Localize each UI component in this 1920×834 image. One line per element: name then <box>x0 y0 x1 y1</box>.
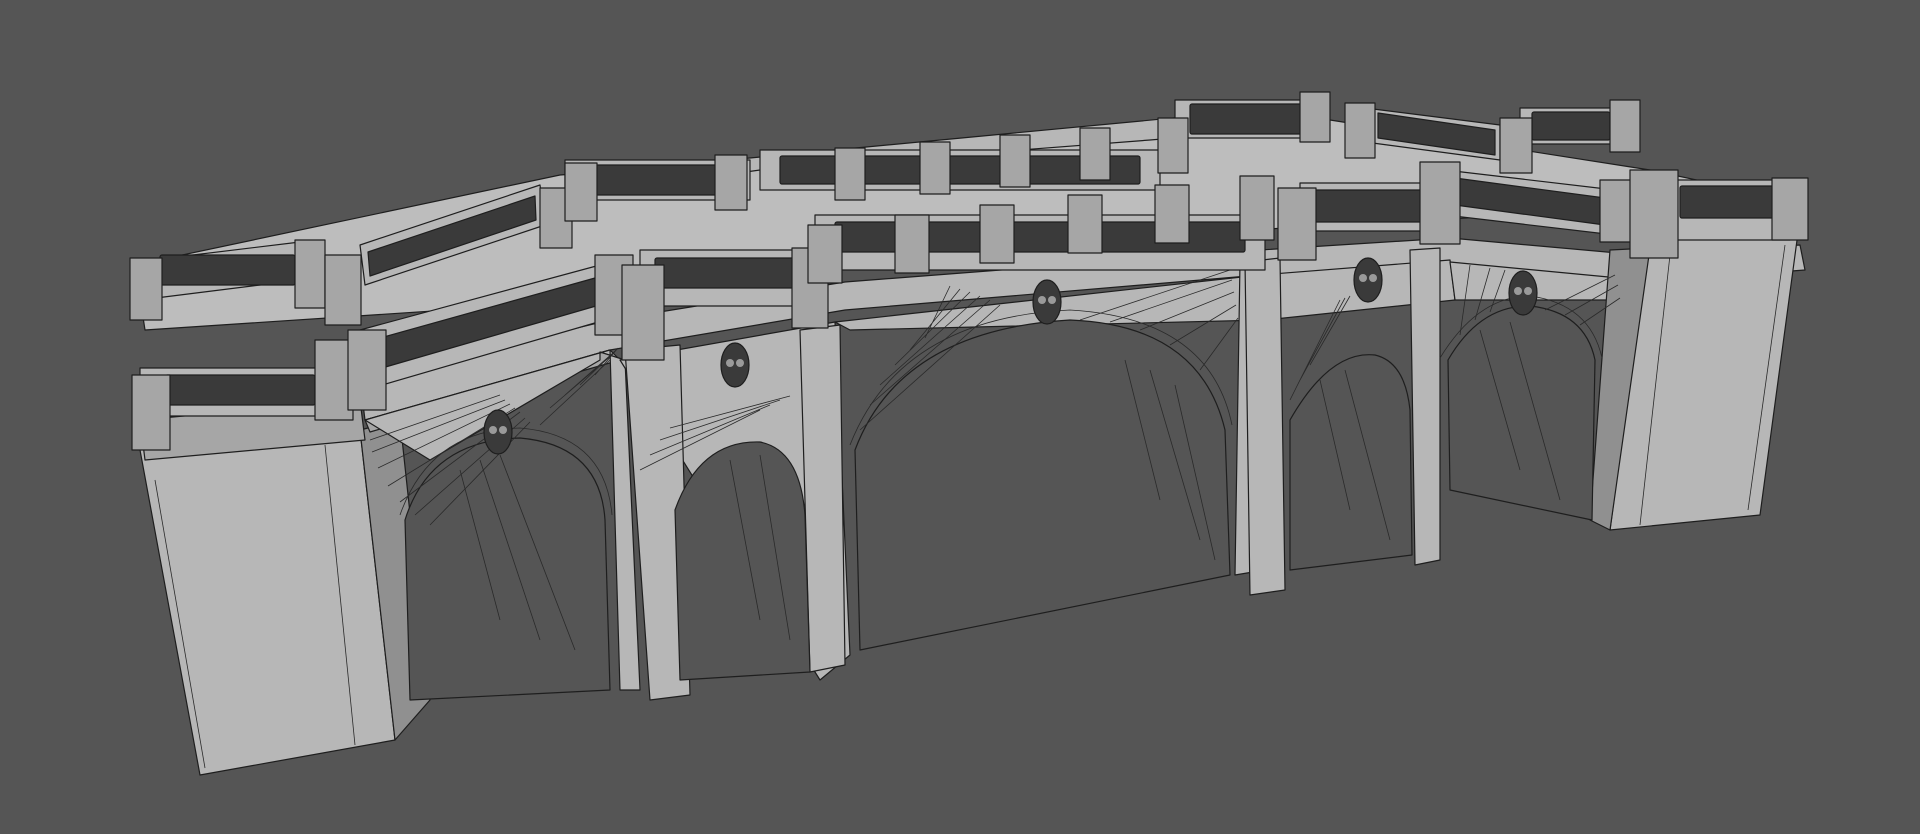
mascaron-icon <box>720 342 750 388</box>
mascaron-icon <box>1508 270 1538 316</box>
mascaron-icon <box>1032 279 1062 325</box>
mascaron-icon <box>483 409 513 455</box>
bridge-model <box>129 91 1809 776</box>
3d-viewport[interactable] <box>0 0 1920 834</box>
mascaron-icon <box>1353 257 1383 303</box>
